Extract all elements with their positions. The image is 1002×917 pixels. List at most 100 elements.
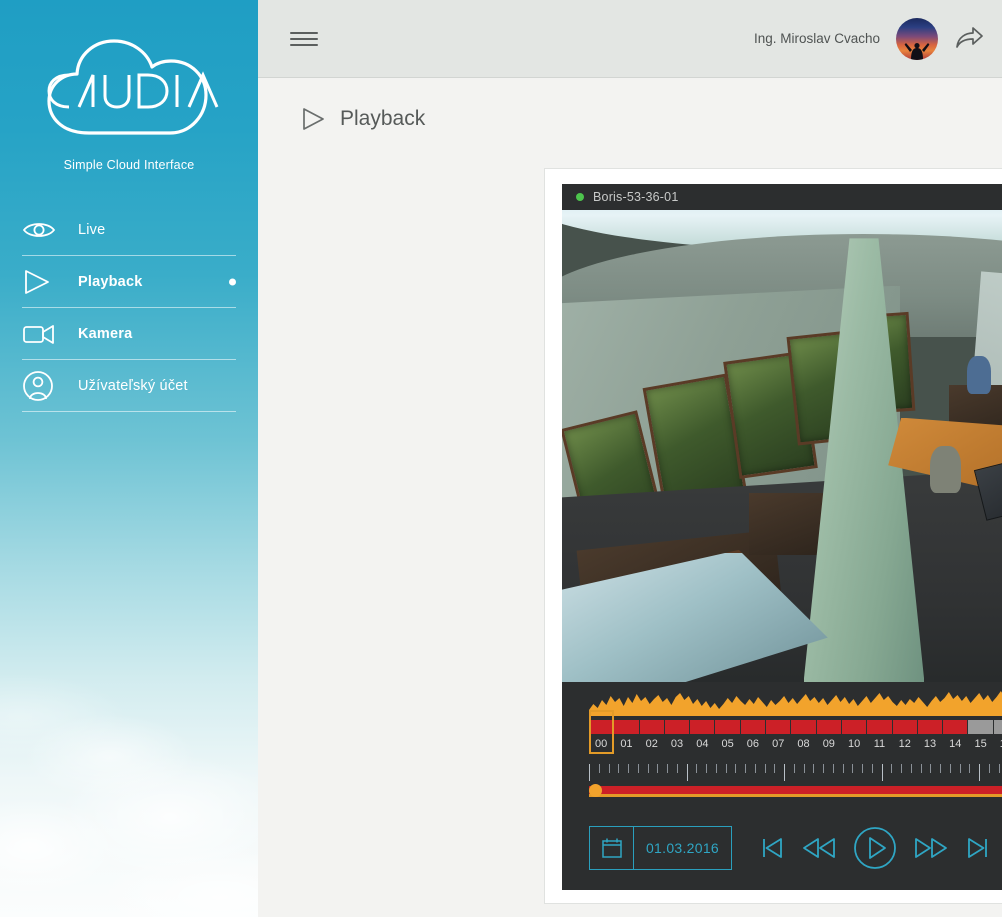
minute-tick [998, 764, 1002, 773]
minute-tick [842, 764, 853, 773]
sidebar-item-label: Playback [78, 273, 143, 290]
hour-segment[interactable] [968, 720, 993, 734]
date-value[interactable]: 01.03.2016 [634, 827, 731, 869]
minute-timeline[interactable] [589, 762, 1002, 804]
play-circle-icon[interactable] [852, 825, 898, 871]
sidebar: Simple Cloud Interface Live Playback Kam… [0, 0, 258, 917]
minute-tick [832, 764, 843, 773]
transport-controls [758, 825, 992, 871]
audio-waveform [562, 682, 1002, 716]
video-player: Boris-53-36-01 00 01 02 03 04 05 06 07 0… [562, 184, 1002, 890]
hour-segment[interactable] [614, 720, 639, 734]
minute-tick [608, 764, 619, 773]
hour-label[interactable]: 12 [893, 736, 917, 754]
hour-segment[interactable] [943, 720, 968, 734]
video-frame[interactable] [562, 210, 1002, 682]
hour-label[interactable]: 15 [968, 736, 992, 754]
hour-timeline[interactable]: 0001020304050607080910111213141516171819… [562, 710, 1002, 754]
fast-forward-icon[interactable] [912, 834, 950, 862]
skip-previous-icon[interactable] [758, 834, 786, 862]
sidebar-item-kamera[interactable]: Kamera [22, 308, 236, 360]
hour-segment[interactable] [867, 720, 892, 734]
sidebar-item-playback[interactable]: Playback [22, 256, 236, 308]
minute-tick [949, 764, 960, 773]
hour-segment[interactable] [589, 720, 614, 734]
minute-tick [940, 764, 950, 773]
minute-tick [754, 764, 765, 773]
minute-tick [774, 764, 784, 773]
hour-segment[interactable] [664, 720, 690, 734]
hour-label[interactable]: 00 [589, 736, 613, 754]
minute-tick [988, 764, 999, 773]
hour-label[interactable]: 11 [867, 736, 891, 754]
hour-label[interactable]: 06 [741, 736, 765, 754]
cloud-background-decoration [0, 517, 258, 917]
hour-label[interactable]: 09 [817, 736, 841, 754]
main-content: Ing. Miroslav Cvacho Playback Boris-53-3… [258, 0, 1002, 917]
minute-tick [930, 764, 940, 773]
hamburger-icon[interactable] [290, 28, 318, 50]
minute-track[interactable] [589, 762, 1002, 804]
sidebar-item-label: Kamera [78, 325, 133, 342]
minute-tick [715, 764, 726, 773]
hour-segment[interactable] [690, 720, 715, 734]
topbar-right-group: Ing. Miroslav Cvacho [754, 17, 984, 60]
rewind-icon[interactable] [800, 834, 838, 862]
playback-card: Boris-53-36-01 00 01 02 03 04 05 06 07 0… [544, 168, 1002, 904]
user-circle-icon [22, 370, 62, 402]
minute-tick [813, 764, 823, 773]
hour-label[interactable]: 10 [842, 736, 866, 754]
video-camera-icon [22, 322, 62, 346]
minute-tick [969, 764, 979, 773]
minute-tick [725, 764, 736, 773]
hour-label[interactable]: 16 [994, 736, 1002, 754]
minute-tick [706, 764, 716, 773]
hour-label[interactable]: 03 [665, 736, 689, 754]
hour-label[interactable]: 07 [766, 736, 790, 754]
hour-segment[interactable] [715, 720, 740, 734]
hour-segment[interactable] [639, 720, 664, 734]
user-avatar-image[interactable] [896, 17, 938, 60]
playhead-handle[interactable] [589, 784, 602, 797]
brand-wordmark [47, 71, 219, 109]
hour-segment[interactable] [993, 720, 1002, 734]
minute-tick [823, 764, 833, 773]
minute-tick [696, 764, 706, 773]
sidebar-item-uzivatelsky-ucet[interactable]: Užívateľský účet [22, 360, 236, 412]
hour-labels: 0001020304050607080910111213141516171819… [589, 736, 1002, 754]
hour-label[interactable]: 04 [690, 736, 714, 754]
hour-segment[interactable] [791, 720, 816, 734]
share-arrow-icon[interactable] [954, 26, 984, 52]
hour-label[interactable]: 02 [640, 736, 664, 754]
sidebar-item-live[interactable]: Live [22, 204, 236, 256]
page-title-row: Playback [258, 78, 1002, 132]
calendar-icon[interactable] [590, 827, 634, 869]
top-bar: Ing. Miroslav Cvacho [258, 0, 1002, 78]
hour-segment[interactable] [917, 720, 943, 734]
minute-tick [901, 764, 911, 773]
minute-tick [852, 764, 862, 773]
minute-recorded-bar[interactable] [589, 786, 1002, 797]
play-triangle-icon [300, 106, 326, 132]
minute-tick [598, 764, 609, 773]
minute-tick [764, 764, 775, 773]
hour-label[interactable]: 14 [943, 736, 967, 754]
hour-segment[interactable] [892, 720, 917, 734]
minute-tick [959, 764, 970, 773]
hour-label[interactable]: 08 [791, 736, 815, 754]
hour-segment[interactable] [841, 720, 867, 734]
playback-controls: 01.03.2016 [589, 818, 1002, 878]
minute-tick [793, 764, 804, 773]
minute-tick [891, 764, 901, 773]
hour-label[interactable]: 05 [715, 736, 739, 754]
brand-tagline: Simple Cloud Interface [63, 158, 195, 172]
hour-segment[interactable] [766, 720, 791, 734]
skip-next-icon[interactable] [964, 834, 992, 862]
hour-segment[interactable] [740, 720, 766, 734]
hour-label[interactable]: 13 [918, 736, 942, 754]
minute-tick [667, 764, 677, 773]
hour-label[interactable]: 01 [614, 736, 638, 754]
hour-segment[interactable] [816, 720, 841, 734]
hour-segments[interactable] [589, 720, 1002, 734]
sidebar-item-label: Užívateľský účet [78, 377, 188, 394]
